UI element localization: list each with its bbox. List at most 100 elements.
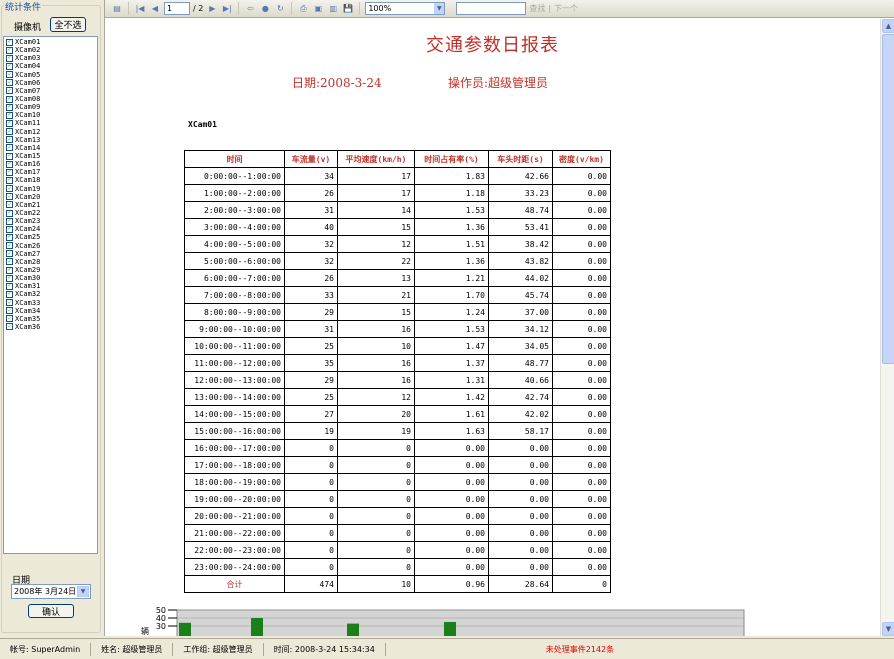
camera-list-item[interactable]: ✓ XCam10 [4,111,97,119]
checkbox-checked-icon[interactable]: ✓ [6,250,13,258]
page-number-input[interactable]: 1 [164,2,190,15]
camera-list-item[interactable]: ✓ XCam29 [4,266,97,274]
camera-list-item[interactable]: ✓ XCam12 [4,128,97,136]
camera-list-item[interactable]: ✓ XCam05 [4,71,97,79]
checkbox-checked-icon[interactable]: ✓ [6,233,13,241]
checkbox-checked-icon[interactable]: ✓ [6,168,13,176]
checkbox-checked-icon[interactable]: ✓ [6,128,13,136]
checkbox-checked-icon[interactable]: ✓ [6,136,13,144]
checkbox-checked-icon[interactable]: ✓ [6,258,13,266]
checkbox-checked-icon[interactable]: ✓ [6,242,13,250]
page-setup-icon[interactable]: ▥ [327,3,339,15]
confirm-button[interactable]: 确认 [28,604,74,618]
checkbox-checked-icon[interactable]: ✓ [6,266,13,274]
scrollbar-thumb[interactable] [882,34,894,364]
camera-list-item[interactable]: ✓ XCam32 [4,290,97,298]
checkbox-checked-icon[interactable]: ✓ [6,290,13,298]
stop-icon[interactable]: ● [259,3,271,15]
next-page-icon[interactable]: ▶ [206,3,218,15]
camera-list-item[interactable]: ✓ XCam22 [4,209,97,217]
camera-list-item[interactable]: ✓ XCam01 [4,38,97,46]
camera-list-item[interactable]: ✓ XCam30 [4,274,97,282]
camera-list-item[interactable]: ✓ XCam07 [4,87,97,95]
checkbox-checked-icon[interactable]: ✓ [6,193,13,201]
camera-list-item[interactable]: ✓ XCam31 [4,282,97,290]
checkbox-checked-icon[interactable]: ✓ [6,323,13,331]
camera-list-item[interactable]: ✓ XCam36 [4,323,97,331]
previous-page-icon[interactable]: ◀ [149,3,161,15]
back-icon[interactable]: ⇦ [244,3,256,15]
camera-list-item[interactable]: ✓ XCam23 [4,217,97,225]
checkbox-checked-icon[interactable]: ✓ [6,62,13,70]
print-icon[interactable]: ⎙ [297,3,309,15]
camera-list-item[interactable]: ✓ XCam25 [4,233,97,241]
find-link[interactable]: 查找 [529,3,545,14]
checkbox-checked-icon[interactable]: ✓ [6,119,13,127]
camera-list-item[interactable]: ✓ XCam13 [4,136,97,144]
vertical-scrollbar[interactable]: ▲ ▼ [880,19,894,636]
checkbox-checked-icon[interactable]: ✓ [6,103,13,111]
camera-list-item[interactable]: ✓ XCam06 [4,79,97,87]
date-picker[interactable]: 2008年 3月24日 ▼ [11,584,91,599]
camera-list-item[interactable]: ✓ XCam20 [4,193,97,201]
camera-list-item[interactable]: ✓ XCam28 [4,258,97,266]
checkbox-checked-icon[interactable]: ✓ [6,54,13,62]
scroll-down-icon[interactable]: ▼ [882,622,894,636]
checkbox-checked-icon[interactable]: ✓ [6,315,13,323]
camera-list-item[interactable]: ✓ XCam24 [4,225,97,233]
checkbox-checked-icon[interactable]: ✓ [6,46,13,54]
checkbox-checked-icon[interactable]: ✓ [6,225,13,233]
camera-list-item[interactable]: ✓ XCam02 [4,46,97,54]
refresh-icon[interactable]: ↻ [274,3,286,15]
checkbox-checked-icon[interactable]: ✓ [6,38,13,46]
checkbox-checked-icon[interactable]: ✓ [6,152,13,160]
camera-list-item[interactable]: ✓ XCam17 [4,168,97,176]
checkbox-checked-icon[interactable]: ✓ [6,144,13,152]
camera-list-item[interactable]: ✓ XCam26 [4,242,97,250]
checkbox-checked-icon[interactable]: ✓ [6,185,13,193]
camera-list-item[interactable]: ✓ XCam34 [4,307,97,315]
camera-list-item[interactable]: ✓ XCam27 [4,250,97,258]
checkbox-checked-icon[interactable]: ✓ [6,95,13,103]
camera-list-item[interactable]: ✓ XCam18 [4,176,97,184]
checkbox-checked-icon[interactable]: ✓ [6,307,13,315]
checkbox-checked-icon[interactable]: ✓ [6,201,13,209]
first-page-icon[interactable]: |◀ [134,3,146,15]
scroll-up-icon[interactable]: ▲ [882,19,894,33]
checkbox-checked-icon[interactable]: ✓ [6,160,13,168]
checkbox-checked-icon[interactable]: ✓ [6,299,13,307]
camera-list-item[interactable]: ✓ XCam08 [4,95,97,103]
print-layout-icon[interactable]: ▣ [312,3,324,15]
camera-list-item[interactable]: ✓ XCam19 [4,185,97,193]
last-page-icon[interactable]: ▶| [221,3,233,15]
checkbox-checked-icon[interactable]: ✓ [6,87,13,95]
checkbox-checked-icon[interactable]: ✓ [6,79,13,87]
checkbox-checked-icon[interactable]: ✓ [6,274,13,282]
camera-list-item[interactable]: ✓ XCam35 [4,315,97,323]
camera-list-item[interactable]: ✓ XCam11 [4,119,97,127]
chevron-down-icon[interactable]: ▼ [77,586,89,597]
camera-checklist[interactable]: ✓ XCam01 ✓ XCam02 ✓ XCam03 ✓ XCam04 ✓ XCam05 ✓ XCam… [3,36,98,554]
checkbox-checked-icon[interactable]: ✓ [6,176,13,184]
checkbox-checked-icon[interactable]: ✓ [6,209,13,217]
camera-list-item[interactable]: ✓ XCam14 [4,144,97,152]
status-alert[interactable]: 未处理事件2142条 [536,643,624,656]
select-none-button[interactable]: 全不选 [50,17,86,32]
camera-list-item[interactable]: ✓ XCam04 [4,62,97,70]
checkbox-checked-icon[interactable]: ✓ [6,71,13,79]
zoom-select[interactable]: 100% ▼ [365,2,446,15]
camera-list-item[interactable]: ✓ XCam33 [4,299,97,307]
camera-list-item[interactable]: ✓ XCam15 [4,152,97,160]
export-icon[interactable]: 💾 [342,3,354,15]
find-input[interactable] [456,2,527,15]
checkbox-checked-icon[interactable]: ✓ [6,111,13,119]
camera-list-item[interactable]: ✓ XCam16 [4,160,97,168]
camera-list-item[interactable]: ✓ XCam03 [4,54,97,62]
find-next-link[interactable]: 下一个 [554,3,578,14]
checkbox-checked-icon[interactable]: ✓ [6,282,13,290]
tree-toggle-icon[interactable]: ▤ [111,3,123,15]
camera-list-item[interactable]: ✓ XCam21 [4,201,97,209]
camera-list-item[interactable]: ✓ XCam09 [4,103,97,111]
checkbox-checked-icon[interactable]: ✓ [6,217,13,225]
chevron-down-icon[interactable]: ▼ [434,3,445,14]
